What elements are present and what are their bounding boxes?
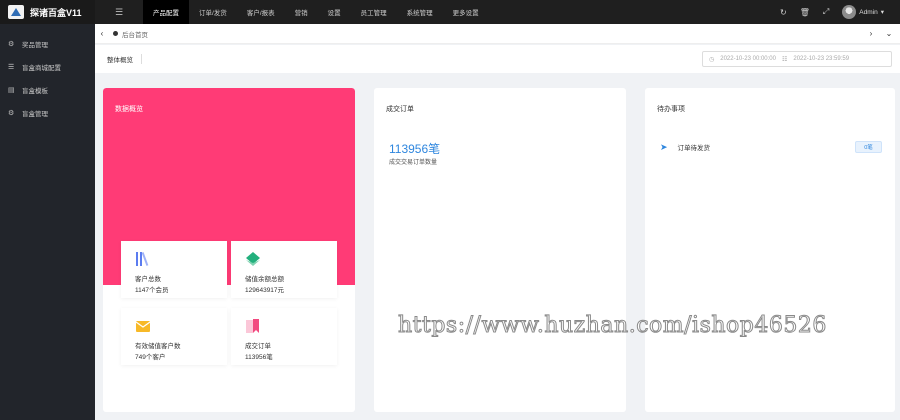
chevron-right-icon[interactable]: › [864,29,878,38]
top-bar: 探诸百盒V11 ☰ 产品配置 订单/发货 客户/报表 营销 设置 员工管理 系统… [0,0,900,24]
active-dot-icon [113,31,118,36]
nav-item-customers[interactable]: 客户/报表 [237,0,285,24]
sidebar: ⚙ 奖品管理 ☰ 盲盒商城配置 ▤ 盲盒模板 ⚙ 盲盒管理 [0,24,95,420]
stat-valid-customers[interactable]: 有效储值客户数 749个客户 [121,308,227,365]
grid-icon: ▤ [8,86,15,94]
deal-orders-card: 成交订单 113956笔 成交交易订单数量 [374,88,626,412]
envelope-icon [135,321,151,332]
nav-item-more[interactable]: 更多设置 [443,0,489,24]
sidebar-item-mall-config[interactable]: ☰ 盲盒商城配置 [0,55,95,78]
logo [8,5,24,19]
nav-item-marketing[interactable]: 营销 [285,0,318,24]
avatar [842,5,857,19]
clock-icon: ◷ [709,56,715,63]
data-overview-card: 数据概览 客户总数 1147个会员 储值余额总额 129643917元 有效储值… [103,88,355,412]
stat-value: 1147个会员 [135,287,169,294]
stat-value: 749个客户 [135,354,166,361]
tab-home[interactable]: 后台首页 [113,29,148,39]
nav-item-orders[interactable]: 订单/发货 [189,0,237,24]
diamond-icon [246,252,260,266]
sidebar-item-prizes[interactable]: ⚙ 奖品管理 [0,32,95,55]
card-title: 数据概览 [115,106,143,113]
refresh-icon[interactable]: ↻ [780,8,787,17]
stat-balance[interactable]: 储值余额总额 129643917元 [231,241,337,298]
tab-controls: › ⌄ [864,29,900,38]
stat-orders[interactable]: 成交订单 113956笔 [231,308,337,365]
nav-item-system[interactable]: 系统管理 [397,0,443,24]
date-end: 2022-10-23 23:59:59 [793,56,850,62]
nav-item-staff[interactable]: 员工管理 [351,0,397,24]
deal-orders-value: 113956笔 [389,142,441,156]
stat-customers[interactable]: 客户总数 1147个会员 [121,241,227,298]
deal-orders-subtitle: 成交交易订单数量 [389,160,438,166]
gear-icon: ⚙ [8,40,15,48]
user-name: Admin [859,8,878,16]
sidebar-item-label: 盲盒商城配置 [22,64,61,72]
nav-item-product-config[interactable]: 产品配置 [143,0,189,24]
stat-label: 储值余额总额 [245,276,284,283]
todo-card: 待办事项 ➤ 订单待发货 0笔 [645,88,895,412]
sidebar-item-label: 盲盒管理 [22,110,48,118]
todo-count-button[interactable]: 0笔 [855,141,882,153]
stat-label: 客户总数 [135,276,161,283]
todo-item-pending-shipment[interactable]: ➤ 订单待发货 0笔 [660,140,882,154]
sidebar-item-label: 盲盒模板 [22,87,48,95]
sidebar-item-template[interactable]: ▤ 盲盒模板 [0,78,95,101]
stat-label: 有效储值客户数 [135,343,181,350]
date-start: 2022-10-23 00:00:00 [720,56,776,62]
settings-icon: ⚙ [8,109,15,117]
top-nav: 产品配置 订单/发货 客户/报表 营销 设置 员工管理 系统管理 更多设置 [143,0,489,24]
brand[interactable]: 探诸百盒V11 [0,0,95,24]
todo-label: 订单待发货 [677,145,711,152]
chevron-down-icon[interactable]: ⌄ [882,29,896,38]
top-right-tools: ↻ 🗑︎ ⤢ Admin ▾ [780,5,900,19]
app-title: 探诸百盒V11 [30,7,82,18]
sidebar-item-label: 奖品管理 [22,41,48,49]
chevron-down-icon: ▾ [880,9,884,16]
trash-icon[interactable]: 🗑︎ [800,8,810,17]
user-menu[interactable]: Admin ▾ [842,5,884,19]
menu-toggle-icon[interactable]: ☰ [95,0,143,24]
tab-overview[interactable]: 整体概览 [107,54,142,64]
tab-strip: ‹ 后台首页 › ⌄ [95,24,900,44]
fullscreen-icon[interactable]: ⤢ [823,7,829,17]
nav-item-settings[interactable]: 设置 [318,0,351,24]
stat-value: 129643917元 [245,287,285,294]
calendar-icon: ☷ [781,56,788,63]
stat-value: 113956笔 [245,354,273,361]
send-icon: ➤ [660,141,668,152]
list-icon: ☰ [8,63,15,71]
chevron-left-icon[interactable]: ‹ [95,29,109,38]
books-icon [136,252,149,266]
card-title: 成交订单 [386,106,414,113]
filter-row: 整体概览 ◷ 2022-10-23 00:00:00 ☷ 2022-10-23 … [95,45,900,73]
stat-label: 成交订单 [245,343,271,350]
bookmark-icon [246,319,259,333]
card-title: 待办事项 [657,106,685,113]
date-range-picker[interactable]: ◷ 2022-10-23 00:00:00 ☷ 2022-10-23 23:59… [702,51,892,67]
tab-home-label: 后台首页 [122,31,148,39]
sidebar-item-box-manage[interactable]: ⚙ 盲盒管理 [0,101,95,124]
